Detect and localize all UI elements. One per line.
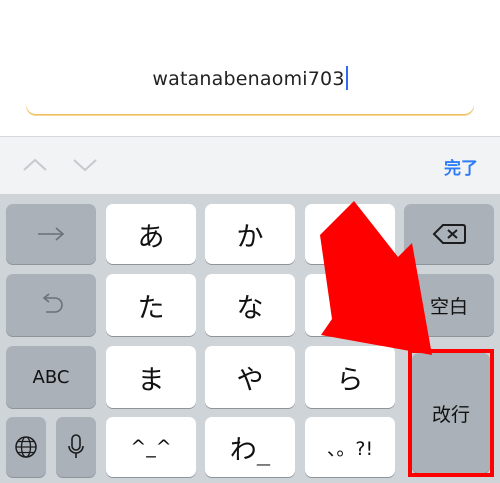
key-wa-label: わ_ <box>229 434 271 466</box>
username-field[interactable]: watanabenaomi703 <box>26 50 474 114</box>
key-ta[interactable]: た <box>106 274 196 336</box>
keyboard-toolbar: 完了 <box>0 136 500 195</box>
done-button[interactable]: 完了 <box>444 154 478 179</box>
key-ta-label: た <box>137 292 165 324</box>
abc-key[interactable]: ABC <box>6 346 96 408</box>
abc-key-label: ABC <box>32 366 70 388</box>
key-ka[interactable]: か <box>205 204 295 264</box>
key-kaomoji[interactable]: ^_^ <box>106 417 196 477</box>
globe-icon <box>15 436 37 458</box>
input-area: watanabenaomi703 <box>0 0 500 136</box>
dictation-key[interactable] <box>56 417 96 477</box>
chevron-down-icon[interactable] <box>72 155 98 175</box>
key-wa[interactable]: わ_ <box>205 417 295 477</box>
key-a-label: あ <box>137 221 165 253</box>
key-ka-label: か <box>236 221 264 253</box>
globe-key[interactable] <box>6 417 46 477</box>
key-a[interactable]: あ <box>106 204 196 264</box>
key-punctuation-label: 、。?! <box>326 437 374 460</box>
key-na-label: な <box>236 292 264 324</box>
key-punctuation[interactable]: 、。?! <box>305 417 395 477</box>
text-caret <box>345 66 348 90</box>
next-candidate-key[interactable] <box>6 204 96 264</box>
key-ma-label: ま <box>137 364 165 396</box>
undo-icon <box>42 293 63 313</box>
pointer-arrow-icon <box>320 201 432 355</box>
chevron-up-icon[interactable] <box>22 155 48 175</box>
key-ya[interactable]: や <box>205 346 295 408</box>
microphone-icon <box>68 434 84 458</box>
key-kaomoji-label: ^_^ <box>130 436 172 458</box>
username-value: watanabenaomi703 <box>26 66 474 90</box>
key-na[interactable]: な <box>205 274 295 336</box>
arrow-right-icon <box>38 227 65 241</box>
key-ya-label: や <box>236 364 264 396</box>
key-ma[interactable]: ま <box>106 346 196 408</box>
undo-key[interactable] <box>6 274 96 336</box>
